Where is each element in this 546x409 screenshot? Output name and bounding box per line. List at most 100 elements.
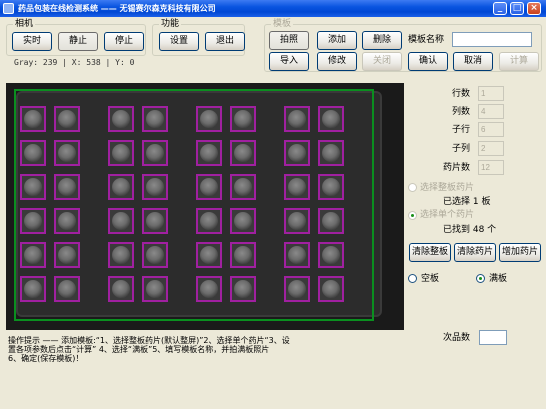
pill-cell[interactable] <box>284 208 310 234</box>
settings-button[interactable]: 设置 <box>159 32 199 51</box>
pill-cell[interactable] <box>284 242 310 268</box>
pill-cell[interactable] <box>20 140 46 166</box>
pill-cell[interactable] <box>142 106 168 132</box>
pill <box>322 144 340 162</box>
pill-cell[interactable] <box>284 276 310 302</box>
param-field[interactable] <box>478 86 504 101</box>
add-button[interactable]: 添加 <box>317 31 357 50</box>
pill-cell[interactable] <box>196 242 222 268</box>
pill <box>24 246 42 264</box>
param-label: 子行 <box>451 125 470 135</box>
pill-cell[interactable] <box>142 276 168 302</box>
pill <box>288 246 306 264</box>
stop-button[interactable]: 停止 <box>104 32 144 51</box>
pill-cell[interactable] <box>54 242 80 268</box>
pill-cell[interactable] <box>230 242 256 268</box>
pill <box>322 110 340 128</box>
pill-cell[interactable] <box>108 174 134 200</box>
import-button[interactable]: 导入 <box>269 52 309 71</box>
pill-cell[interactable] <box>20 106 46 132</box>
pill <box>146 178 164 196</box>
pill-cell[interactable] <box>318 276 344 302</box>
pill <box>58 178 76 196</box>
confirm-button[interactable]: 确认 <box>408 52 448 71</box>
pill <box>234 246 252 264</box>
pill-cell[interactable] <box>108 208 134 234</box>
empty-board-label: 空板 <box>421 274 440 284</box>
param-label: 子列 <box>451 144 470 154</box>
pill <box>234 212 252 230</box>
pill-cell[interactable] <box>196 174 222 200</box>
exit-button[interactable]: 退出 <box>205 32 245 51</box>
pill-cell[interactable] <box>54 140 80 166</box>
pill-cell[interactable] <box>108 140 134 166</box>
pill-cell[interactable] <box>230 106 256 132</box>
capture-button[interactable]: 拍照 <box>269 31 309 50</box>
pill <box>58 144 76 162</box>
function-group-label: 功能 <box>159 18 182 30</box>
pill-cell[interactable] <box>230 140 256 166</box>
param-field[interactable] <box>478 104 504 119</box>
pill <box>146 246 164 264</box>
pill-cell[interactable] <box>318 174 344 200</box>
full-board-radio[interactable] <box>476 274 485 283</box>
param-field[interactable] <box>478 141 504 156</box>
pill-cell[interactable] <box>318 106 344 132</box>
cancel-button[interactable]: 取消 <box>453 52 493 71</box>
select-whole-radio[interactable] <box>408 183 417 192</box>
pill-cell[interactable] <box>142 174 168 200</box>
param-field[interactable] <box>478 122 504 137</box>
pill-cell[interactable] <box>108 276 134 302</box>
pill-cell[interactable] <box>20 276 46 302</box>
add-pill-button[interactable]: 增加药片 <box>499 243 541 262</box>
select-single-radio[interactable] <box>408 211 417 220</box>
pill-cell[interactable] <box>54 276 80 302</box>
pill-cell[interactable] <box>108 106 134 132</box>
close-icon[interactable]: × <box>527 2 541 15</box>
pill-cell[interactable] <box>20 174 46 200</box>
pill-cell[interactable] <box>196 208 222 234</box>
pill-cell[interactable] <box>196 106 222 132</box>
calculate-button[interactable]: 计算 <box>499 52 539 71</box>
pill <box>146 280 164 298</box>
modify-button[interactable]: 修改 <box>317 52 357 71</box>
pill-cell[interactable] <box>230 208 256 234</box>
pill-cell[interactable] <box>230 276 256 302</box>
minimize-icon[interactable]: _ <box>493 2 507 15</box>
maximize-icon[interactable]: □ <box>510 2 524 15</box>
pill <box>112 212 130 230</box>
pill-cell[interactable] <box>142 208 168 234</box>
pill-cell[interactable] <box>318 242 344 268</box>
pill-cell[interactable] <box>230 174 256 200</box>
delete-button[interactable]: 删除 <box>362 31 402 50</box>
param-field[interactable] <box>478 160 504 175</box>
param-label: 药片数 <box>442 163 470 173</box>
pill-cell[interactable] <box>20 242 46 268</box>
pill-cell[interactable] <box>284 174 310 200</box>
pill-cell[interactable] <box>196 276 222 302</box>
pill-cell[interactable] <box>54 208 80 234</box>
template-name-input[interactable] <box>452 32 532 47</box>
pill-cell[interactable] <box>54 106 80 132</box>
pill-cell[interactable] <box>108 242 134 268</box>
empty-board-radio[interactable] <box>408 274 417 283</box>
defect-count-label: 次品数 <box>443 333 471 343</box>
pill-cell[interactable] <box>142 140 168 166</box>
pill-cell[interactable] <box>54 174 80 200</box>
still-button[interactable]: 静止 <box>58 32 98 51</box>
camera-view[interactable] <box>6 83 404 330</box>
pill-cell[interactable] <box>20 208 46 234</box>
pill-cell[interactable] <box>284 140 310 166</box>
close-template-button[interactable]: 关闭 <box>362 52 402 71</box>
pill-cell[interactable] <box>284 106 310 132</box>
defect-count-field[interactable] <box>479 330 507 345</box>
pill <box>234 178 252 196</box>
realtime-button[interactable]: 实时 <box>12 32 52 51</box>
pill-cell[interactable] <box>318 140 344 166</box>
clear-pill-button[interactable]: 清除药片 <box>454 243 496 262</box>
clear-board-button[interactable]: 清除整板 <box>409 243 451 262</box>
pill-cell[interactable] <box>318 208 344 234</box>
pill-cell[interactable] <box>196 140 222 166</box>
pill <box>288 178 306 196</box>
pill-cell[interactable] <box>142 242 168 268</box>
